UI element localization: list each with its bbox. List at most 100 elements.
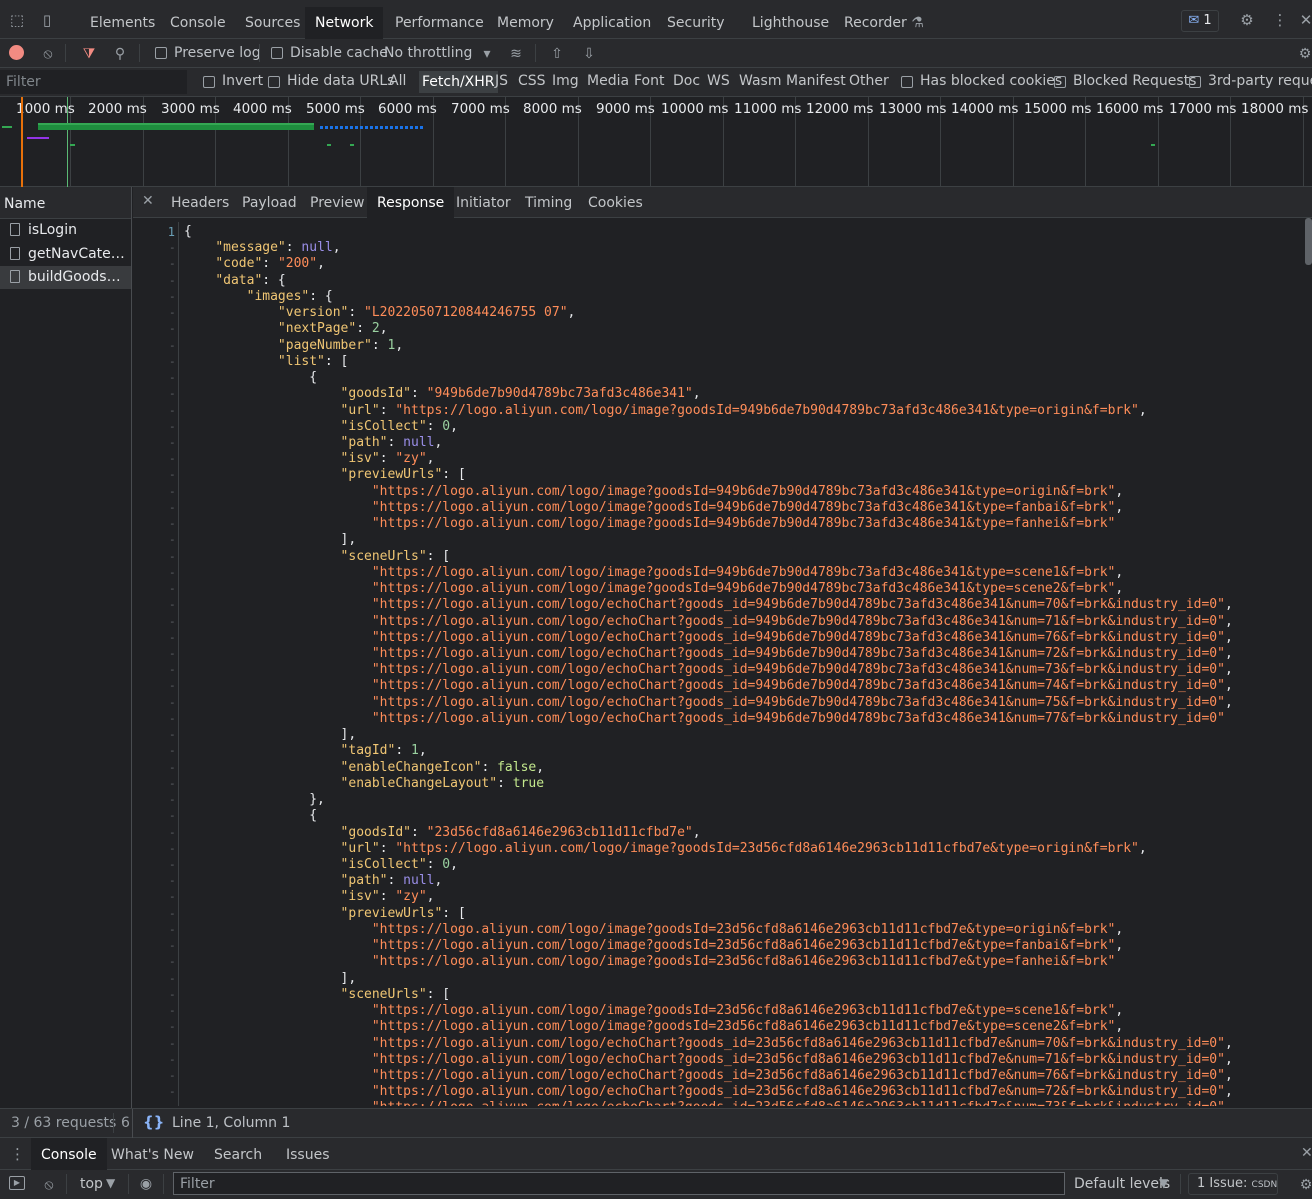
third-party-checkbox[interactable] xyxy=(1189,76,1201,88)
fold-marker: - xyxy=(169,1068,176,1082)
request-row[interactable]: getNavCatego... xyxy=(0,243,131,266)
tab-recorder[interactable]: Recorder ⚗ xyxy=(834,7,934,39)
issues-counter-button[interactable]: ✉ 1 xyxy=(1181,10,1219,32)
blocked-requests-checkbox[interactable] xyxy=(1054,76,1066,88)
throttling-select[interactable]: No throttling xyxy=(384,45,472,61)
fold-marker: - xyxy=(169,874,176,888)
timeline-tick-label: 13000 ms xyxy=(879,101,947,117)
fold-marker: - xyxy=(169,809,176,823)
pretty-print-icon[interactable]: {} xyxy=(143,1113,164,1131)
chevron-down-icon[interactable]: ▾ xyxy=(478,45,496,63)
more-options-icon[interactable]: ⋮ xyxy=(1271,11,1289,29)
filter-type-manifest[interactable]: Manifest xyxy=(786,73,846,89)
detail-tab-response[interactable]: Response xyxy=(367,187,455,218)
response-line: "isCollect": 0, xyxy=(340,418,458,434)
filter-type-fetchxhr[interactable]: Fetch/XHR xyxy=(419,71,498,93)
filter-icon[interactable]: ⧩ xyxy=(80,45,98,63)
filter-type-wasm[interactable]: Wasm xyxy=(739,73,781,89)
has-blocked-cookies-checkbox[interactable] xyxy=(901,76,913,88)
fold-marker: - xyxy=(169,614,176,628)
export-har-icon[interactable]: ⇩ xyxy=(580,45,598,63)
filter-type-doc[interactable]: Doc xyxy=(673,73,700,89)
close-devtools-icon[interactable]: ✕ xyxy=(1297,11,1312,29)
log-levels-select[interactable]: Default levels xyxy=(1074,1176,1170,1192)
response-line: "https://logo.aliyun.com/logo/image?good… xyxy=(371,921,1124,937)
detail-tab-headers[interactable]: Headers xyxy=(161,187,239,218)
clear-console-icon[interactable]: ⦸ xyxy=(40,1176,58,1194)
console-settings-icon[interactable]: ⚙ xyxy=(1297,1176,1312,1194)
disable-cache-checkbox[interactable] xyxy=(271,47,283,59)
response-line: "sceneUrls": [ xyxy=(340,986,451,1002)
network-conditions-icon[interactable]: ≋ xyxy=(507,45,525,63)
flask-icon: ⚗ xyxy=(906,15,924,31)
filter-type-css[interactable]: CSS xyxy=(518,73,546,89)
third-party-label: 3rd-party request xyxy=(1208,73,1312,89)
settings-gear-icon[interactable]: ⚙ xyxy=(1238,11,1256,29)
device-toolbar-icon[interactable]: ▯ xyxy=(38,11,56,29)
timeline-tick-label: 8000 ms xyxy=(523,101,582,117)
vertical-scrollbar[interactable] xyxy=(1305,218,1312,265)
filter-input[interactable]: Filter xyxy=(0,70,187,94)
filter-type-media[interactable]: Media xyxy=(587,73,629,89)
timeline-bar-small xyxy=(327,144,331,146)
detail-tab-cookies[interactable]: Cookies xyxy=(578,187,653,218)
tab-network[interactable]: Network xyxy=(305,7,384,39)
fold-marker: - xyxy=(169,728,176,742)
search-icon[interactable]: ⚲ xyxy=(111,45,129,63)
filter-type-ws[interactable]: WS xyxy=(707,73,730,89)
filter-type-all[interactable]: All xyxy=(389,73,406,89)
response-line: { xyxy=(184,224,192,239)
timeline-tick-label: 10000 ms xyxy=(661,101,729,117)
disable-cache-label: Disable cache xyxy=(290,45,388,61)
tab-lighthouse[interactable]: Lighthouse xyxy=(742,7,839,39)
request-row[interactable]: buildGoodsLis... xyxy=(0,266,131,289)
name-column-header[interactable]: Name xyxy=(0,187,131,219)
network-settings-icon[interactable]: ⚙ xyxy=(1296,45,1312,63)
detail-tab-initiator[interactable]: Initiator xyxy=(446,187,521,218)
drawer-tab-issues[interactable]: Issues xyxy=(276,1138,340,1170)
tab-console[interactable]: Console xyxy=(160,7,236,39)
drawer-menu-icon[interactable]: ⋮ xyxy=(10,1145,25,1163)
timeline-bar-small xyxy=(1151,144,1155,146)
drawer-tab-search[interactable]: Search xyxy=(204,1138,272,1170)
filter-type-js[interactable]: JS xyxy=(495,73,508,89)
tab-performance[interactable]: Performance xyxy=(385,7,494,39)
drawer-tab-console[interactable]: Console xyxy=(31,1138,107,1170)
tab-application[interactable]: Application xyxy=(563,7,661,39)
detail-tab-payload[interactable]: Payload xyxy=(232,187,307,218)
tab-elements[interactable]: Elements xyxy=(80,7,165,39)
invert-checkbox[interactable] xyxy=(203,76,215,88)
response-line: "https://logo.aliyun.com/logo/echoChart?… xyxy=(371,662,1233,678)
response-line: "url": "https://logo.aliyun.com/logo/ima… xyxy=(340,402,1147,418)
detail-tab-preview[interactable]: Preview xyxy=(300,187,375,218)
sidebar-toggle-icon[interactable]: ▶ xyxy=(9,1176,25,1190)
live-expression-eye-icon[interactable]: ◉ xyxy=(137,1175,155,1193)
tab-sources[interactable]: Sources xyxy=(235,7,310,39)
filter-type-img[interactable]: Img xyxy=(552,73,579,89)
hide-data-urls-checkbox[interactable] xyxy=(268,76,280,88)
network-overview-timeline[interactable]: 1000 ms 2000 ms 3000 ms 4000 ms 5000 ms 6000 … xyxy=(0,97,1312,187)
record-stop-icon[interactable] xyxy=(9,45,24,60)
filter-type-other[interactable]: Other xyxy=(849,73,889,89)
response-viewer[interactable]: 1 --------------------------------------… xyxy=(133,222,1303,1106)
tab-memory[interactable]: Memory xyxy=(487,7,564,39)
clear-icon[interactable]: ⦸ xyxy=(39,45,57,63)
issues-button[interactable]: 1 Issue: CSDN @水w xyxy=(1188,1173,1278,1195)
tab-security[interactable]: Security xyxy=(657,7,735,39)
preserve-log-checkbox[interactable] xyxy=(155,47,167,59)
chevron-down-icon[interactable]: ▼ xyxy=(106,1176,115,1190)
fold-marker: - xyxy=(169,273,176,287)
drawer-tab-what-s-new[interactable]: What's New xyxy=(101,1138,204,1170)
close-drawer-icon[interactable]: ✕ xyxy=(1301,1145,1312,1161)
import-har-icon[interactable]: ⇧ xyxy=(548,45,566,63)
request-name: buildGoodsLis... xyxy=(28,269,128,285)
inspect-element-icon[interactable]: ⬚ xyxy=(8,11,26,29)
detail-tab-timing[interactable]: Timing xyxy=(515,187,582,218)
chevron-down-icon[interactable]: ▼ xyxy=(1159,1176,1168,1190)
request-row[interactable]: isLogin xyxy=(0,219,131,242)
response-line: "https://logo.aliyun.com/logo/echoChart?… xyxy=(371,613,1233,629)
context-selector[interactable]: top xyxy=(80,1176,103,1192)
console-filter-input[interactable]: Filter xyxy=(173,1172,1065,1195)
filter-type-font[interactable]: Font xyxy=(634,73,664,89)
close-icon[interactable]: ✕ xyxy=(142,193,154,209)
